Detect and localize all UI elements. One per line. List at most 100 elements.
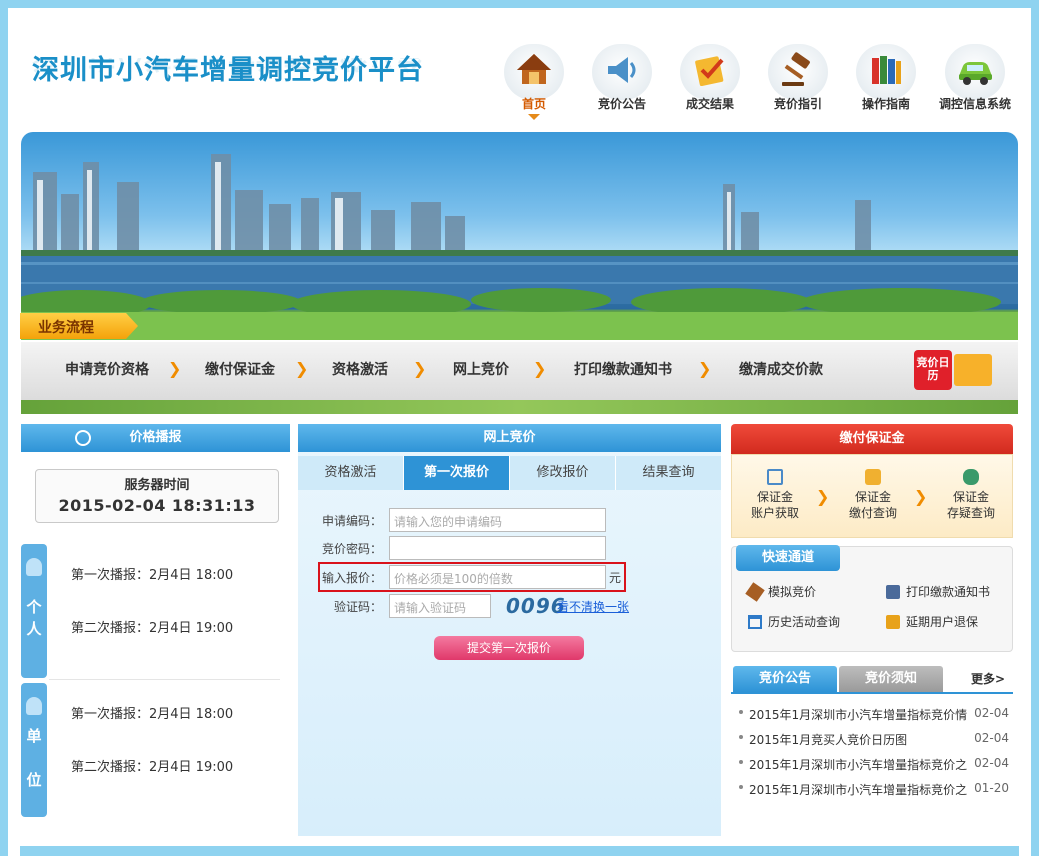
- notice-item[interactable]: 2015年1月竞买人竞价日历图 02-04: [739, 731, 1009, 748]
- deposit-box: 保证金 账户获取 ❯ 保证金 缴付查询 ❯ 保证金 存疑查询: [731, 454, 1013, 538]
- deposit-doubt-query-link[interactable]: 保证金 存疑查询: [936, 469, 1006, 521]
- binoculars-icon: [963, 469, 979, 485]
- panel-header: 价格播报: [21, 424, 290, 452]
- printer-icon: [886, 585, 900, 599]
- deposit-item-line1: 保证金: [854, 490, 891, 504]
- process-step[interactable]: 申请竞价资格: [65, 359, 149, 379]
- process-step[interactable]: 网上竞价: [453, 359, 509, 379]
- password-input[interactable]: [389, 536, 606, 560]
- chevron-right-icon: ❯: [533, 359, 547, 378]
- car-icon: [945, 44, 1005, 100]
- site-logo-reflection: 深圳市小汽车增量调控竞价平台: [32, 58, 424, 80]
- captcha-label: 验证码：: [333, 600, 382, 614]
- deposit-item-line2: 账户获取: [750, 506, 799, 520]
- nav-bid-notice[interactable]: 竞价公告: [592, 44, 652, 120]
- grass-divider: [21, 400, 1018, 414]
- deposit-title: 缴付保证金: [731, 424, 1013, 454]
- notice-date: 02-04: [974, 706, 1009, 720]
- gavel-icon: [768, 44, 828, 100]
- process-step[interactable]: 缴清成交价款: [739, 359, 823, 379]
- notice-date: 01-20: [974, 781, 1009, 795]
- nav-control-system[interactable]: 调控信息系统: [930, 44, 1020, 120]
- captcha-refresh-link[interactable]: 看不清换一张: [557, 598, 629, 615]
- nav-label: 操作指南: [861, 97, 910, 111]
- deposit-item-line1: 保证金: [952, 490, 989, 504]
- quick-item-label: 历史活动查询: [768, 615, 841, 629]
- tab-label: 个人: [26, 598, 42, 638]
- deposit-item-line2: 缴付查询: [848, 506, 897, 520]
- nav-home[interactable]: 首页: [504, 44, 564, 120]
- speaker-icon: [592, 44, 652, 100]
- tab-modify-bid[interactable]: 修改报价: [510, 456, 616, 490]
- notice-date: 02-04: [974, 756, 1009, 770]
- notice-item[interactable]: 2015年1月深圳市小汽车增量指标竞价情 02-04: [739, 706, 1009, 723]
- server-time-box: 服务器时间 2015-02-04 18:31:13: [35, 469, 279, 523]
- quick-item-refund[interactable]: 延期用户退保: [886, 613, 978, 630]
- quick-item-mock-bid[interactable]: 模拟竞价: [745, 582, 817, 602]
- tab-company[interactable]: 单位: [21, 683, 47, 817]
- books-icon: [856, 44, 916, 100]
- chevron-right-icon: ❯: [295, 359, 309, 378]
- chevron-right-icon: ❯: [914, 487, 928, 506]
- gavel-small-icon: [745, 582, 765, 602]
- nav-label: 竞价公告: [597, 97, 646, 111]
- panel-title: 价格播报: [129, 430, 182, 445]
- captcha-input[interactable]: 请输入验证码: [389, 594, 491, 618]
- more-link[interactable]: 更多>: [963, 666, 1013, 692]
- nav-results[interactable]: 成交结果: [680, 44, 740, 120]
- tab-bid-rules[interactable]: 竞价须知: [839, 666, 943, 692]
- bid-tabs: 资格激活 第一次报价 修改报价 结果查询: [298, 456, 721, 490]
- notice-tabs: 竞价公告 竞价须知 更多>: [731, 666, 1013, 694]
- process-step[interactable]: 打印缴款通知书: [574, 359, 672, 379]
- notice-title: 2015年1月深圳市小汽车增量指标竞价之: [749, 783, 968, 797]
- nav-manual[interactable]: 操作指南: [856, 44, 916, 120]
- tab-personal[interactable]: 个人: [21, 544, 47, 678]
- notice-item[interactable]: 2015年1月深圳市小汽车增量指标竞价之 01-20: [739, 781, 1009, 798]
- submit-first-bid-button[interactable]: 提交第一次报价: [434, 636, 584, 660]
- process-step[interactable]: 缴付保证金: [205, 359, 275, 379]
- notice-title: 2015年1月竞买人竞价日历图: [749, 733, 908, 747]
- company-icon: [26, 697, 42, 715]
- process-tag: 业务流程: [20, 313, 138, 339]
- chevron-right-icon: ❯: [413, 359, 427, 378]
- tab-bid-notice[interactable]: 竞价公告: [733, 666, 837, 692]
- deposit-item-line1: 保证金: [756, 490, 793, 504]
- deposit-payment-query-link[interactable]: 保证金 缴付查询: [838, 469, 908, 521]
- price-broadcast-panel: 价格播报 服务器时间 2015-02-04 18:31:13 个人 第一次播报：…: [21, 424, 290, 844]
- quick-item-label: 延期用户退保: [906, 615, 979, 629]
- server-time: 2015-02-04 18:31:13: [58, 496, 256, 515]
- quick-item-print-notice[interactable]: 打印缴款通知书: [886, 583, 990, 600]
- panel-title: 网上竞价: [298, 424, 721, 452]
- tab-result-query[interactable]: 结果查询: [616, 456, 721, 490]
- notice-title: 2015年1月深圳市小汽车增量指标竞价情: [749, 708, 968, 722]
- notice-item[interactable]: 2015年1月深圳市小汽车增量指标竞价之 02-04: [739, 756, 1009, 773]
- search-doc-icon: [767, 469, 783, 485]
- bid-calendar-button[interactable]: 竞价日历: [914, 350, 996, 390]
- bullet-icon: [739, 785, 743, 789]
- process-bar: 申请竞价资格 ❯ 缴付保证金 ❯ 资格激活 ❯ 网上竞价 ❯ 打印缴款通知书 ❯…: [21, 342, 1018, 400]
- quick-item-history[interactable]: 历史活动查询: [748, 613, 840, 630]
- password-label: 竞价密码：: [321, 542, 382, 556]
- clock-icon: [75, 430, 91, 446]
- home-icon: [504, 44, 564, 100]
- nav-bid-guide[interactable]: 竞价指引: [768, 44, 828, 120]
- bullet-icon: [739, 710, 743, 714]
- process-step[interactable]: 资格激活: [332, 359, 388, 379]
- deposit-account-link[interactable]: 保证金 账户获取: [740, 469, 810, 521]
- apply-code-input[interactable]: 请输入您的申请编码: [389, 508, 606, 532]
- calendar-icon: [748, 615, 762, 629]
- quick-item-label: 模拟竞价: [768, 585, 817, 599]
- price-highlight-box: [318, 562, 626, 592]
- quick-item-label: 打印缴款通知书: [906, 585, 991, 599]
- tab-label: 单位: [26, 727, 42, 789]
- tab-first-bid[interactable]: 第一次报价: [404, 456, 510, 490]
- deposit-item-line2: 存疑查询: [946, 506, 995, 520]
- bullet-icon: [739, 760, 743, 764]
- chevron-right-icon: ❯: [698, 359, 712, 378]
- quick-title: 快速通道: [736, 545, 840, 571]
- notice-date: 02-04: [974, 731, 1009, 745]
- person-icon: [26, 558, 42, 576]
- tab-activate[interactable]: 资格激活: [298, 456, 404, 490]
- personal-first-broadcast: 第一次播报：2月4日 18:00: [71, 568, 234, 583]
- server-time-label: 服务器时间: [124, 478, 190, 493]
